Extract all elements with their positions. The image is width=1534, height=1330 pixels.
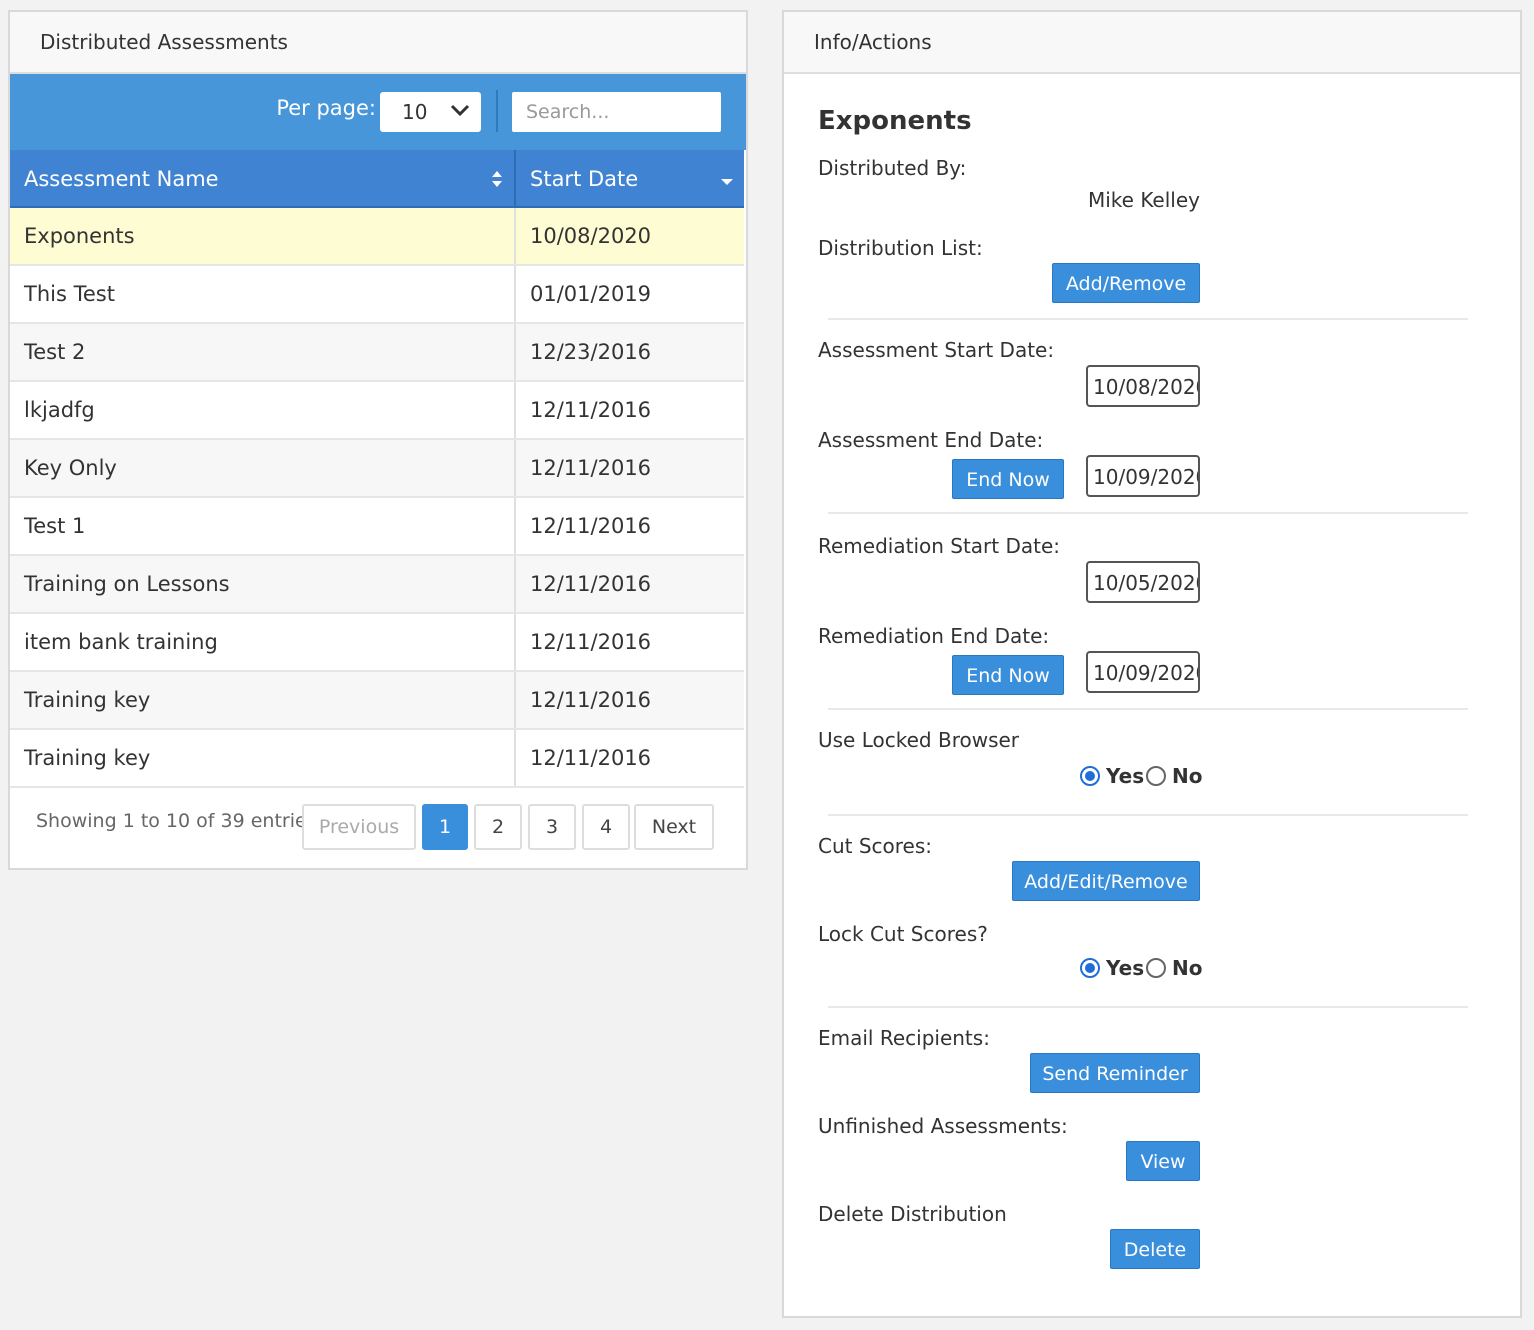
table-header: Assessment Name Start Date [10, 150, 744, 208]
search-input[interactable] [512, 92, 721, 132]
send-reminder-button[interactable]: Send Reminder [1030, 1053, 1200, 1093]
radio-label-yes: Yes [1106, 764, 1145, 788]
sort-both-icon [492, 171, 502, 187]
toolbar-divider [496, 90, 498, 132]
divider [828, 1006, 1468, 1008]
cell-assessment-name: item bank training [10, 614, 516, 670]
lock-cut-scores-no-radio[interactable] [1146, 958, 1166, 978]
pagination-page-4[interactable]: 4 [582, 804, 630, 850]
cell-assessment-name: Training key [10, 730, 516, 786]
remediation-end-now-button[interactable]: End Now [952, 655, 1064, 695]
cell-start-date: 12/11/2016 [530, 630, 652, 654]
view-button[interactable]: View [1126, 1141, 1200, 1181]
column-header-label: Assessment Name [24, 167, 219, 191]
cell-start-date: 12/11/2016 [530, 746, 652, 770]
pagination-page-1[interactable]: 1 [422, 804, 468, 850]
cell-start-date: 12/11/2016 [530, 514, 652, 538]
per-page-value: 10 [402, 100, 428, 124]
end-now-button[interactable]: End Now [952, 459, 1064, 499]
per-page-label: Per page: [276, 96, 376, 120]
table-row[interactable]: Training key 12/11/2016 [10, 672, 744, 730]
radio-label-no: No [1172, 956, 1203, 980]
unfinished-assessments-label: Unfinished Assessments: [818, 1114, 1068, 1138]
table-row[interactable]: Exponents 10/08/2020 [10, 208, 744, 266]
table-row[interactable]: Key Only 12/11/2016 [10, 440, 744, 498]
table-row[interactable]: Test 2 12/23/2016 [10, 324, 744, 382]
column-header-assessment-name[interactable]: Assessment Name [10, 150, 516, 208]
cut-scores-button[interactable]: Add/Edit/Remove [1012, 861, 1200, 901]
divider [828, 512, 1468, 514]
pagination-previous[interactable]: Previous [302, 804, 416, 850]
email-recipients-label: Email Recipients: [818, 1026, 990, 1050]
remediation-end-date-input[interactable]: 10/09/2020 [1086, 651, 1200, 693]
column-header-label: Start Date [530, 167, 639, 191]
pagination-page-3[interactable]: 3 [528, 804, 576, 850]
remediation-end-date-label: Remediation End Date: [818, 624, 1050, 648]
pagination-next[interactable]: Next [634, 804, 714, 850]
chevron-down-icon [450, 104, 470, 117]
cell-assessment-name: lkjadfg [10, 382, 516, 438]
cell-assessment-name: Training on Lessons [10, 556, 516, 612]
locked-browser-yes-radio[interactable] [1080, 766, 1100, 786]
pagination-page-2[interactable]: 2 [474, 804, 522, 850]
lock-cut-scores-yes-radio[interactable] [1080, 958, 1100, 978]
lock-cut-scores-radio-group: Yes No [1080, 956, 1204, 982]
cell-start-date: 10/08/2020 [530, 224, 652, 248]
remediation-start-date-input[interactable]: 10/05/2020 [1086, 561, 1200, 603]
table-row[interactable]: lkjadfg 12/11/2016 [10, 382, 744, 440]
cell-assessment-name: Test 2 [10, 324, 516, 380]
divider [828, 814, 1468, 816]
distributed-by-label: Distributed By: [818, 156, 967, 180]
panel-title: Info/Actions [784, 12, 1520, 74]
per-page-select[interactable]: 10 [380, 92, 481, 132]
table-row[interactable]: Training key 12/11/2016 [10, 730, 744, 788]
info-actions-panel: Info/Actions Exponents Distributed By: M… [782, 10, 1522, 1318]
lock-cut-scores-label: Lock Cut Scores? [818, 922, 988, 946]
cell-assessment-name: This Test [10, 266, 516, 322]
entries-info: Showing 1 to 10 of 39 entries [36, 810, 317, 832]
cut-scores-label: Cut Scores: [818, 834, 933, 858]
table-row[interactable]: Test 1 12/11/2016 [10, 498, 744, 556]
table-row[interactable]: item bank training 12/11/2016 [10, 614, 744, 672]
table-row[interactable]: This Test 01/01/2019 [10, 266, 744, 324]
assessment-end-date-input[interactable]: 10/09/2020 [1086, 455, 1200, 497]
cell-assessment-name: Exponents [10, 208, 516, 264]
sort-desc-icon [721, 179, 733, 185]
locked-browser-radio-group: Yes No [1080, 764, 1204, 790]
divider [828, 708, 1468, 710]
cell-start-date: 12/11/2016 [530, 398, 652, 422]
assessment-start-date-label: Assessment Start Date: [818, 338, 1055, 362]
add-remove-button[interactable]: Add/Remove [1052, 263, 1200, 303]
cell-start-date: 12/11/2016 [530, 456, 652, 480]
cell-assessment-name: Test 1 [10, 498, 516, 554]
cell-assessment-name: Training key [10, 672, 516, 728]
cell-assessment-name: Key Only [10, 440, 516, 496]
radio-label-no: No [1172, 764, 1203, 788]
table-toolbar: Per page: 10 [10, 74, 746, 150]
distribution-list-label: Distribution List: [818, 236, 983, 260]
delete-distribution-label: Delete Distribution [818, 1202, 1007, 1226]
column-header-start-date[interactable]: Start Date [516, 150, 744, 208]
cell-start-date: 12/23/2016 [530, 340, 652, 364]
table-row[interactable]: Training on Lessons 12/11/2016 [10, 556, 744, 614]
distributed-by-value: Mike Kelley [1087, 188, 1200, 212]
assessment-start-date-input[interactable]: 10/08/2020 [1086, 365, 1200, 407]
divider [828, 318, 1468, 320]
panel-title: Distributed Assessments [10, 12, 746, 74]
table-body: Exponents 10/08/2020 This Test 01/01/2019 … [10, 208, 744, 788]
cell-start-date: 12/11/2016 [530, 688, 652, 712]
distributed-assessments-panel: Distributed Assessments Per page: 10 Ass… [8, 10, 748, 870]
assessment-end-date-label: Assessment End Date: [818, 428, 1044, 452]
cell-start-date: 01/01/2019 [530, 282, 652, 306]
locked-browser-no-radio[interactable] [1146, 766, 1166, 786]
remediation-start-date-label: Remediation Start Date: [818, 534, 1061, 558]
delete-button[interactable]: Delete [1110, 1229, 1200, 1269]
cell-start-date: 12/11/2016 [530, 572, 652, 596]
assessment-title: Exponents [818, 106, 972, 136]
locked-browser-label: Use Locked Browser [818, 728, 1020, 752]
radio-label-yes: Yes [1106, 956, 1145, 980]
